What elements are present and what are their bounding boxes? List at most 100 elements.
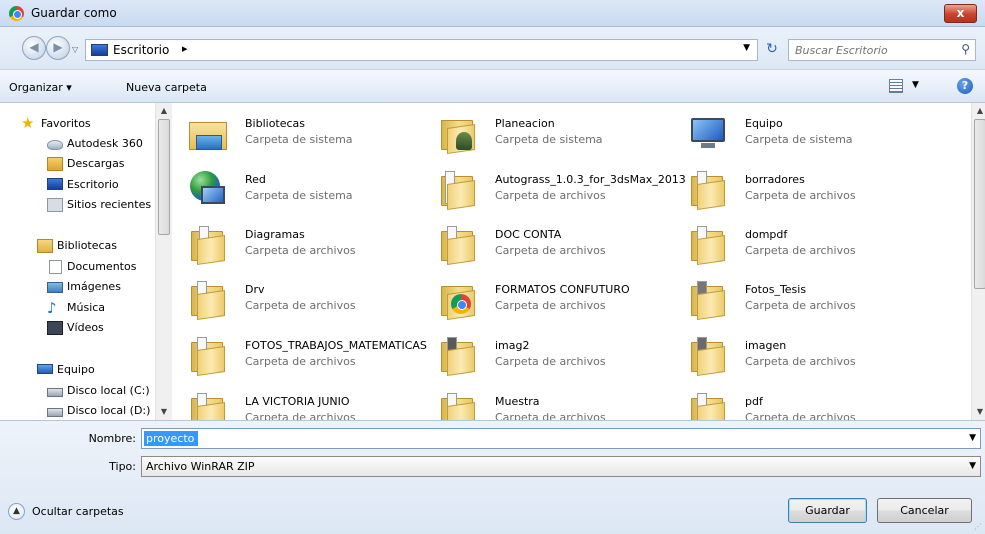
item-type: Carpeta de archivos — [745, 189, 856, 202]
item-name: imag2 — [495, 339, 530, 352]
search-input[interactable] — [795, 42, 955, 58]
item-type: Carpeta de archivos — [495, 244, 606, 257]
item-type: Carpeta de archivos — [245, 355, 356, 368]
list-item[interactable]: Diagramas Carpeta de archivos — [175, 216, 425, 268]
filename-dropdown-icon[interactable]: ▼ — [969, 433, 976, 443]
scroll-up-icon[interactable]: ▲ — [156, 103, 172, 119]
breadcrumb-separator-icon[interactable]: ▸ — [182, 42, 188, 55]
disk-icon — [47, 388, 63, 397]
item-type: Carpeta de archivos — [495, 355, 606, 368]
sidebar-item-label: Documentos — [67, 260, 137, 273]
filetype-value: Archivo WinRAR ZIP — [146, 460, 255, 473]
item-name: Drv — [245, 283, 265, 296]
sidebar-item-label: Imágenes — [67, 280, 121, 293]
computer-icon — [689, 112, 725, 152]
views-icon[interactable] — [889, 79, 903, 93]
folder-icon — [689, 223, 725, 265]
list-item[interactable]: imagen Carpeta de archivos — [675, 327, 925, 379]
folder-icon — [189, 390, 225, 420]
back-button[interactable]: ◀ — [22, 36, 46, 60]
sidebar-item-label: Autodesk 360 — [67, 137, 143, 150]
refresh-icon[interactable]: ↻ — [761, 39, 783, 61]
filename-combobox[interactable]: ▼ — [141, 428, 981, 449]
item-name: imagen — [745, 339, 787, 352]
list-item[interactable]: Bibliotecas Carpeta de sistema — [175, 105, 425, 157]
breadcrumb-escritorio[interactable]: Escritorio — [113, 43, 169, 57]
forward-button[interactable]: ▶ — [46, 36, 70, 60]
scrollbar-thumb[interactable] — [974, 119, 985, 289]
help-icon[interactable]: ? — [957, 78, 973, 94]
list-item[interactable]: LA VICTORIA JUNIO Carpeta de archivos — [175, 383, 425, 420]
star-icon: ★ — [21, 114, 35, 132]
search-box[interactable]: ⚲ — [788, 39, 976, 61]
list-item[interactable]: FORMATOS CONFUTURO Carpeta de archivos — [425, 271, 675, 323]
cancel-button[interactable]: Cancelar — [877, 498, 972, 523]
folder-icon — [439, 334, 475, 376]
pictures-icon — [47, 282, 63, 293]
item-type: Carpeta de sistema — [245, 189, 353, 202]
item-name: dompdf — [745, 228, 788, 241]
list-item[interactable]: imag2 Carpeta de archivos — [425, 327, 675, 379]
recent-places-icon — [47, 198, 63, 212]
window-title: Guardar como — [31, 6, 117, 20]
list-item[interactable]: DOC CONTA Carpeta de archivos — [425, 216, 675, 268]
item-name: Autograss_1.0.3_for_3dsMax_2013 — [495, 173, 686, 186]
organize-menu[interactable]: Organizar ▾ — [9, 81, 72, 94]
sidebar-item-label: Música — [67, 301, 106, 314]
item-type: Carpeta de archivos — [245, 299, 356, 312]
item-type: Carpeta de archivos — [745, 244, 856, 257]
list-item[interactable]: borradores Carpeta de archivos — [675, 161, 925, 213]
filetype-select[interactable]: Archivo WinRAR ZIP ▼ — [141, 456, 981, 477]
sidebar-item-label: Disco local (D:) — [67, 404, 151, 417]
scroll-down-icon[interactable]: ▼ — [972, 404, 985, 420]
item-type: Carpeta de archivos — [745, 299, 856, 312]
list-item[interactable]: Fotos_Tesis Carpeta de archivos — [675, 271, 925, 323]
item-name: FORMATOS CONFUTURO — [495, 283, 630, 296]
disk-icon — [47, 408, 63, 417]
scroll-up-icon[interactable]: ▲ — [972, 103, 985, 119]
music-icon: ♪ — [47, 299, 57, 317]
list-item[interactable]: Planeacion Carpeta de sistema — [425, 105, 675, 157]
sidebar-scrollbar[interactable]: ▲ ▼ — [155, 103, 172, 420]
scrollbar-thumb[interactable] — [158, 119, 170, 235]
filename-input[interactable] — [144, 431, 198, 446]
command-bar: Organizar ▾ Nueva carpeta ▼ ? — [0, 69, 985, 103]
list-item[interactable]: Equipo Carpeta de sistema — [675, 105, 925, 157]
chevron-up-icon[interactable]: ▲ — [8, 503, 25, 520]
scroll-down-icon[interactable]: ▼ — [156, 404, 172, 420]
address-path[interactable]: Escritorio ▸ ▼ — [85, 39, 758, 61]
list-item[interactable]: pdf Carpeta de archivos — [675, 383, 925, 420]
sidebar-item-label: Escritorio — [67, 178, 119, 191]
item-type: Carpeta de sistema — [245, 133, 353, 146]
save-button[interactable]: Guardar — [788, 498, 867, 523]
sidebar-item-label: Equipo — [57, 363, 95, 376]
item-name: Fotos_Tesis — [745, 283, 807, 296]
sidebar-item-label: Vídeos — [67, 321, 104, 334]
list-item[interactable]: Autograss_1.0.3_for_3dsMax_2013 Carpeta … — [425, 161, 686, 213]
search-icon[interactable]: ⚲ — [961, 42, 970, 56]
resize-grip-icon[interactable]: ⋰ — [974, 522, 982, 531]
views-dropdown-icon[interactable]: ▼ — [912, 80, 919, 90]
list-item[interactable]: dompdf Carpeta de archivos — [675, 216, 925, 268]
filetype-dropdown-icon[interactable]: ▼ — [969, 461, 976, 471]
list-item[interactable]: Red Carpeta de sistema — [175, 161, 425, 213]
address-bar: ◀ ▶ ▽ Escritorio ▸ ▼ ↻ ⚲ — [0, 27, 985, 69]
videos-icon — [47, 321, 63, 335]
recent-locations-dropdown[interactable]: ▽ — [72, 45, 78, 54]
item-name: Planeacion — [495, 117, 555, 130]
list-item[interactable]: Drv Carpeta de archivos — [175, 271, 425, 323]
item-name: Muestra — [495, 395, 540, 408]
navigation-pane: ★ Favoritos Autodesk 360 Descargas Escri… — [0, 103, 172, 420]
list-item[interactable]: FOTOS_TRABAJOS_MATEMATICAS Carpeta de ar… — [175, 327, 427, 379]
folder-icon — [189, 223, 225, 265]
folder-icon — [439, 223, 475, 265]
content-scrollbar[interactable]: ▲ ▼ — [971, 103, 985, 420]
folder-icon — [439, 168, 475, 210]
hide-folders-label[interactable]: Ocultar carpetas — [32, 505, 124, 518]
item-name: FOTOS_TRABAJOS_MATEMATICAS — [245, 339, 427, 352]
item-name: Diagramas — [245, 228, 305, 241]
list-item[interactable]: Muestra Carpeta de archivos — [425, 383, 675, 420]
new-folder-button[interactable]: Nueva carpeta — [126, 81, 207, 94]
close-button[interactable]: x — [944, 4, 977, 23]
address-dropdown-icon[interactable]: ▼ — [743, 43, 750, 53]
